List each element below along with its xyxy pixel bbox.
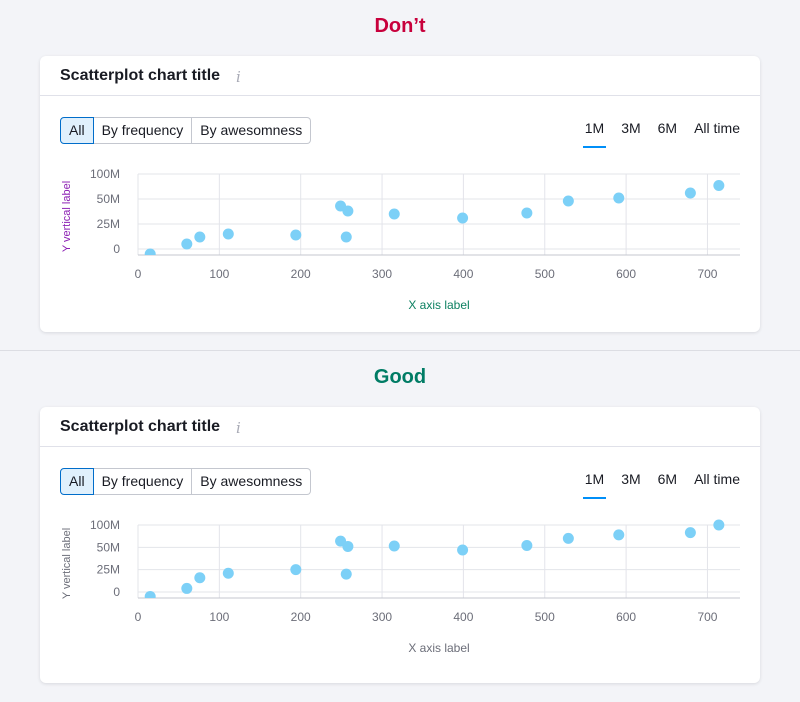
y-tick-label: 25M (97, 217, 120, 231)
scatter-point[interactable] (342, 540, 354, 552)
scatter-point[interactable] (457, 212, 469, 224)
y-tick-label: 50M (97, 192, 120, 206)
scatter-point[interactable] (144, 590, 156, 602)
x-tick-label: 400 (453, 267, 473, 281)
chart-card: Scatterplot chart title i All By frequen… (40, 56, 760, 332)
scatter-point[interactable] (684, 527, 696, 539)
y-tick-label: 100M (90, 518, 120, 532)
x-tick-label: 0 (135, 610, 142, 624)
x-tick-label: 600 (616, 610, 636, 624)
x-tick-label: 700 (697, 267, 717, 281)
good-section: Good Scatterplot chart title i All By fr… (0, 351, 800, 702)
x-tick-label: 300 (372, 610, 392, 624)
scatter-point[interactable] (340, 231, 352, 243)
y-tick-label: 100M (90, 167, 120, 181)
good-heading: Good (373, 366, 427, 388)
scatter-point[interactable] (222, 567, 234, 579)
x-tick-label: 600 (616, 267, 636, 281)
x-tick-label: 0 (135, 267, 142, 281)
scatter-point[interactable] (144, 248, 156, 260)
y-tick-label: 0 (113, 585, 120, 599)
x-tick-label: 100 (209, 610, 229, 624)
chart-card: Scatterplot chart title i All By frequen… (40, 407, 760, 683)
y-axis-label: Y vertical label (61, 181, 73, 252)
scatter-point[interactable] (713, 180, 725, 191)
scatter-chart: 100M 50M 25M 0 0 100 200 300 400 500 600 700 Y verti… (61, 167, 740, 312)
scatter-point[interactable] (342, 205, 354, 217)
y-tick-label: 50M (97, 540, 120, 554)
scatter-point[interactable] (181, 238, 193, 250)
scatter-point[interactable] (613, 192, 625, 204)
scatter-point[interactable] (194, 231, 206, 243)
plot-area: 100M 50M 25M 0 0 100 200 300 400 500 600 700 (90, 167, 740, 281)
scatter-point[interactable] (521, 207, 533, 219)
scatter-point[interactable] (290, 229, 302, 241)
scatter-point[interactable] (457, 544, 469, 556)
scatter-chart: 100M 50M 25M 0 0 100 200 300 400 500 600 700 Y verti… (61, 518, 740, 655)
x-tick-label: 100 (209, 267, 229, 281)
scatter-point[interactable] (713, 519, 725, 531)
scatter-point[interactable] (521, 540, 533, 552)
x-axis-label: X axis label (408, 641, 469, 655)
scatter-point[interactable] (194, 572, 206, 584)
scatter-point[interactable] (388, 540, 400, 552)
scatter-point[interactable] (290, 564, 302, 576)
points-layer (144, 180, 725, 260)
scatter-point[interactable] (613, 529, 625, 541)
scatter-point[interactable] (222, 228, 234, 240)
scatter-point[interactable] (562, 532, 574, 544)
y-tick-label: 25M (97, 563, 120, 577)
x-tick-label: 200 (291, 610, 311, 624)
x-axis-label: X axis label (408, 298, 469, 312)
scatter-point[interactable] (340, 568, 352, 580)
x-tick-label: 200 (291, 267, 311, 281)
x-tick-label: 300 (372, 267, 392, 281)
y-tick-label: 0 (113, 242, 120, 256)
plot-area: 100M 50M 25M 0 0 100 200 300 400 500 600 700 (90, 518, 740, 624)
scatter-point[interactable] (562, 195, 574, 207)
y-axis-label: Y vertical label (61, 528, 73, 599)
dont-section: Don’t Scatterplot chart title i All By f… (0, 0, 800, 350)
x-tick-label: 500 (535, 267, 555, 281)
x-tick-label: 400 (453, 610, 473, 624)
points-layer (144, 519, 725, 602)
scatter-point[interactable] (388, 208, 400, 220)
scatter-point[interactable] (684, 187, 696, 199)
x-tick-label: 500 (535, 610, 555, 624)
dont-heading: Don’t (374, 15, 426, 37)
x-tick-label: 700 (697, 610, 717, 624)
scatter-point[interactable] (181, 582, 193, 594)
